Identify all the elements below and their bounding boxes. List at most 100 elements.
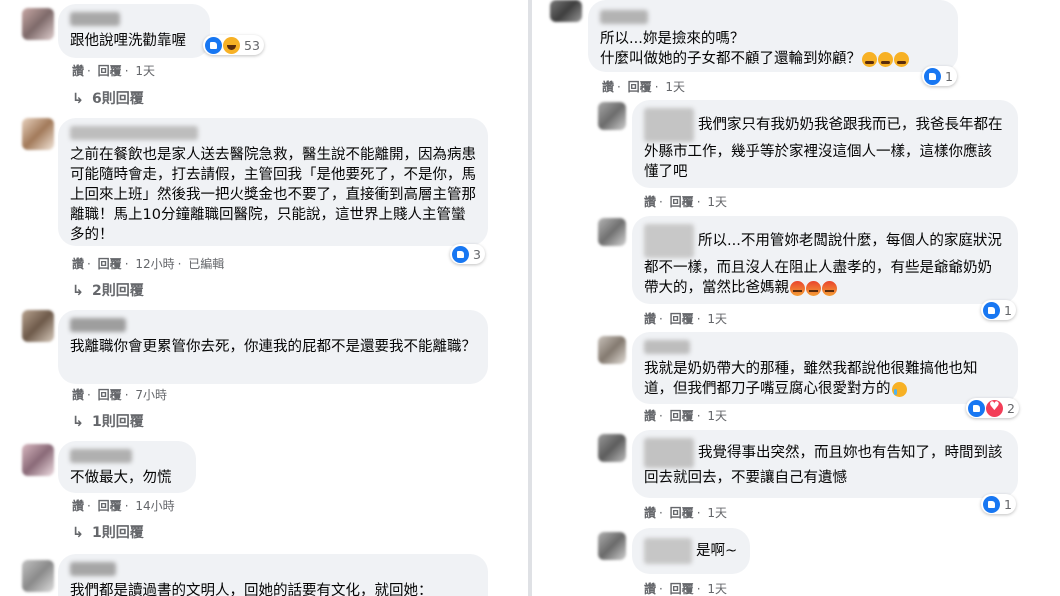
comment-time[interactable]: 14小時 bbox=[135, 499, 174, 513]
reaction-summary[interactable]: 1 bbox=[981, 494, 1016, 514]
reply-link[interactable]: 回覆 bbox=[670, 506, 694, 520]
reply-arrow-icon: ↳ bbox=[72, 91, 84, 107]
reaction-count: 2 bbox=[1007, 400, 1015, 416]
avatar[interactable] bbox=[22, 444, 54, 476]
avatar[interactable] bbox=[598, 336, 626, 364]
reply-link[interactable]: 回覆 bbox=[670, 312, 694, 326]
commenter-name[interactable] bbox=[70, 12, 120, 26]
love-icon bbox=[986, 399, 1003, 417]
crying-emoji-icon bbox=[894, 51, 909, 67]
comment-time[interactable]: 1天 bbox=[135, 64, 155, 78]
avatar[interactable] bbox=[598, 434, 626, 462]
right-comments-panel: 所以...妳是撿來的嗎？ 什麼叫做她的子女都不顧了還輪到妳顧？ 1 讚 · 回覆 ·… bbox=[532, 0, 1060, 596]
reply-arrow-icon: ↳ bbox=[72, 525, 84, 541]
like-link[interactable]: 讚 bbox=[644, 506, 656, 520]
like-link[interactable]: 讚 bbox=[644, 409, 656, 423]
reply-link[interactable]: 回覆 bbox=[98, 64, 122, 78]
comment-time[interactable]: 1天 bbox=[707, 312, 727, 326]
comment-time[interactable]: 7小時 bbox=[135, 388, 167, 402]
comment-time[interactable]: 1天 bbox=[707, 195, 727, 209]
like-link[interactable]: 讚 bbox=[72, 64, 84, 78]
reaction-summary[interactable]: 53 bbox=[203, 35, 264, 55]
commenter-name[interactable] bbox=[644, 224, 694, 258]
comment-actions: 讚 · 回覆 · 14小時 bbox=[72, 499, 175, 513]
view-replies-link[interactable]: ↳ 1則回覆 bbox=[72, 522, 144, 542]
angry-emoji-icon bbox=[822, 280, 837, 296]
avatar[interactable] bbox=[598, 218, 626, 246]
like-link[interactable]: 讚 bbox=[72, 388, 84, 402]
comment-text: 我們都是讀過書的文明人，回她的話要有文化，就回她： bbox=[70, 583, 433, 596]
reaction-count: 1 bbox=[1004, 496, 1012, 512]
reaction-summary[interactable]: 2 bbox=[966, 398, 1019, 418]
like-link[interactable]: 讚 bbox=[72, 257, 84, 271]
reaction-count: 1 bbox=[1004, 302, 1012, 318]
angry-emoji-icon bbox=[790, 280, 805, 296]
reply-link[interactable]: 回覆 bbox=[98, 257, 122, 271]
like-icon bbox=[205, 36, 222, 54]
haha-icon bbox=[223, 36, 240, 54]
comment-bubble: 所以...不用管妳老闆說什麼，每個人的家庭狀況都不一樣，而且沒人在阻止人盡孝的，… bbox=[632, 216, 1018, 304]
view-replies-link[interactable]: ↳ 6則回覆 bbox=[72, 88, 144, 108]
reply-arrow-icon: ↳ bbox=[72, 283, 84, 299]
reply-link[interactable]: 回覆 bbox=[98, 388, 122, 402]
comment-bubble: 跟他說哩洗勸靠喔 bbox=[58, 4, 210, 58]
reply-link[interactable]: 回覆 bbox=[670, 582, 694, 596]
comment-actions: 讚 · 回覆 · 1天 bbox=[644, 506, 727, 520]
commenter-name[interactable] bbox=[644, 438, 694, 468]
avatar[interactable] bbox=[22, 310, 54, 342]
avatar[interactable] bbox=[22, 560, 54, 592]
commenter-name[interactable] bbox=[644, 538, 692, 564]
reply-link[interactable]: 回覆 bbox=[98, 499, 122, 513]
avatar[interactable] bbox=[598, 102, 626, 130]
comment-actions: 讚 · 回覆 · 1天 bbox=[644, 195, 727, 209]
comment-actions: 讚 · 回覆 · 7小時 bbox=[72, 388, 167, 402]
crying-emoji-icon bbox=[891, 381, 907, 397]
reaction-summary[interactable]: 1 bbox=[922, 66, 957, 86]
comment-time[interactable]: 1天 bbox=[707, 506, 727, 520]
commenter-name[interactable] bbox=[644, 108, 694, 142]
view-replies-link[interactable]: ↳ 2則回覆 bbox=[72, 280, 144, 300]
reaction-summary[interactable]: 1 bbox=[981, 300, 1016, 320]
reaction-count: 1 bbox=[945, 68, 953, 84]
comment-bubble: 我就是奶奶帶大的那種，雖然我都說他很難搞他也知道，但我們都刀子嘴豆腐心很愛對方的 bbox=[632, 332, 1018, 404]
comment-actions: 讚 · 回覆 · 1天 bbox=[644, 582, 727, 596]
reaction-summary[interactable]: 3 bbox=[450, 244, 485, 264]
like-icon bbox=[968, 399, 985, 417]
view-replies-link[interactable]: ↳ 1則回覆 bbox=[72, 411, 144, 431]
comment-time[interactable]: 1天 bbox=[707, 582, 727, 596]
avatar[interactable] bbox=[22, 118, 54, 150]
comment-text: 我們家只有我奶奶我爸跟我而已，我爸長年都在外縣市工作，幾乎等於家裡沒這個人一樣，… bbox=[644, 108, 1006, 182]
like-link[interactable]: 讚 bbox=[644, 195, 656, 209]
comment-actions: 讚 · 回覆 · 1天 bbox=[602, 80, 685, 94]
avatar[interactable] bbox=[550, 0, 582, 22]
comment-text: 我覺得事出突然，而且妳也有告知了，時間到該回去就回去，不要讓自己有遺憾 bbox=[644, 438, 1006, 488]
commenter-name[interactable] bbox=[644, 340, 690, 354]
avatar[interactable] bbox=[598, 532, 626, 560]
reply-link[interactable]: 回覆 bbox=[670, 195, 694, 209]
commenter-name[interactable] bbox=[70, 562, 116, 576]
commenter-name[interactable] bbox=[70, 318, 126, 332]
comment-time[interactable]: 1天 bbox=[707, 409, 727, 423]
commenter-name[interactable] bbox=[70, 126, 198, 140]
comment-text: 是啊~ bbox=[644, 538, 738, 564]
like-link[interactable]: 讚 bbox=[602, 80, 614, 94]
reaction-count: 3 bbox=[473, 246, 481, 262]
comment-time[interactable]: 12小時 bbox=[135, 257, 174, 271]
comment-bubble: 我們都是讀過書的文明人，回她的話要有文化，就回她： bbox=[58, 554, 488, 596]
comment-actions: 讚 · 回覆 · 1天 bbox=[72, 64, 155, 78]
comment-actions: 讚 · 回覆 · 12小時 · 已編輯 bbox=[72, 257, 225, 271]
comment-text-line1: 所以...妳是撿來的嗎？ bbox=[600, 31, 745, 47]
reply-link[interactable]: 回覆 bbox=[628, 80, 652, 94]
comment-time[interactable]: 1天 bbox=[665, 80, 685, 94]
commenter-name[interactable] bbox=[600, 10, 648, 24]
comment-text: 所以...不用管妳老闆說什麼，每個人的家庭狀況都不一樣，而且沒人在阻止人盡孝的，… bbox=[644, 224, 1006, 298]
like-link[interactable]: 讚 bbox=[72, 499, 84, 513]
like-icon bbox=[983, 301, 1000, 319]
reply-link[interactable]: 回覆 bbox=[670, 409, 694, 423]
angry-emoji-icon bbox=[806, 280, 821, 296]
avatar[interactable] bbox=[22, 8, 54, 40]
like-link[interactable]: 讚 bbox=[644, 582, 656, 596]
commenter-name[interactable] bbox=[70, 449, 132, 463]
like-link[interactable]: 讚 bbox=[644, 312, 656, 326]
crying-emoji-icon bbox=[862, 51, 877, 67]
